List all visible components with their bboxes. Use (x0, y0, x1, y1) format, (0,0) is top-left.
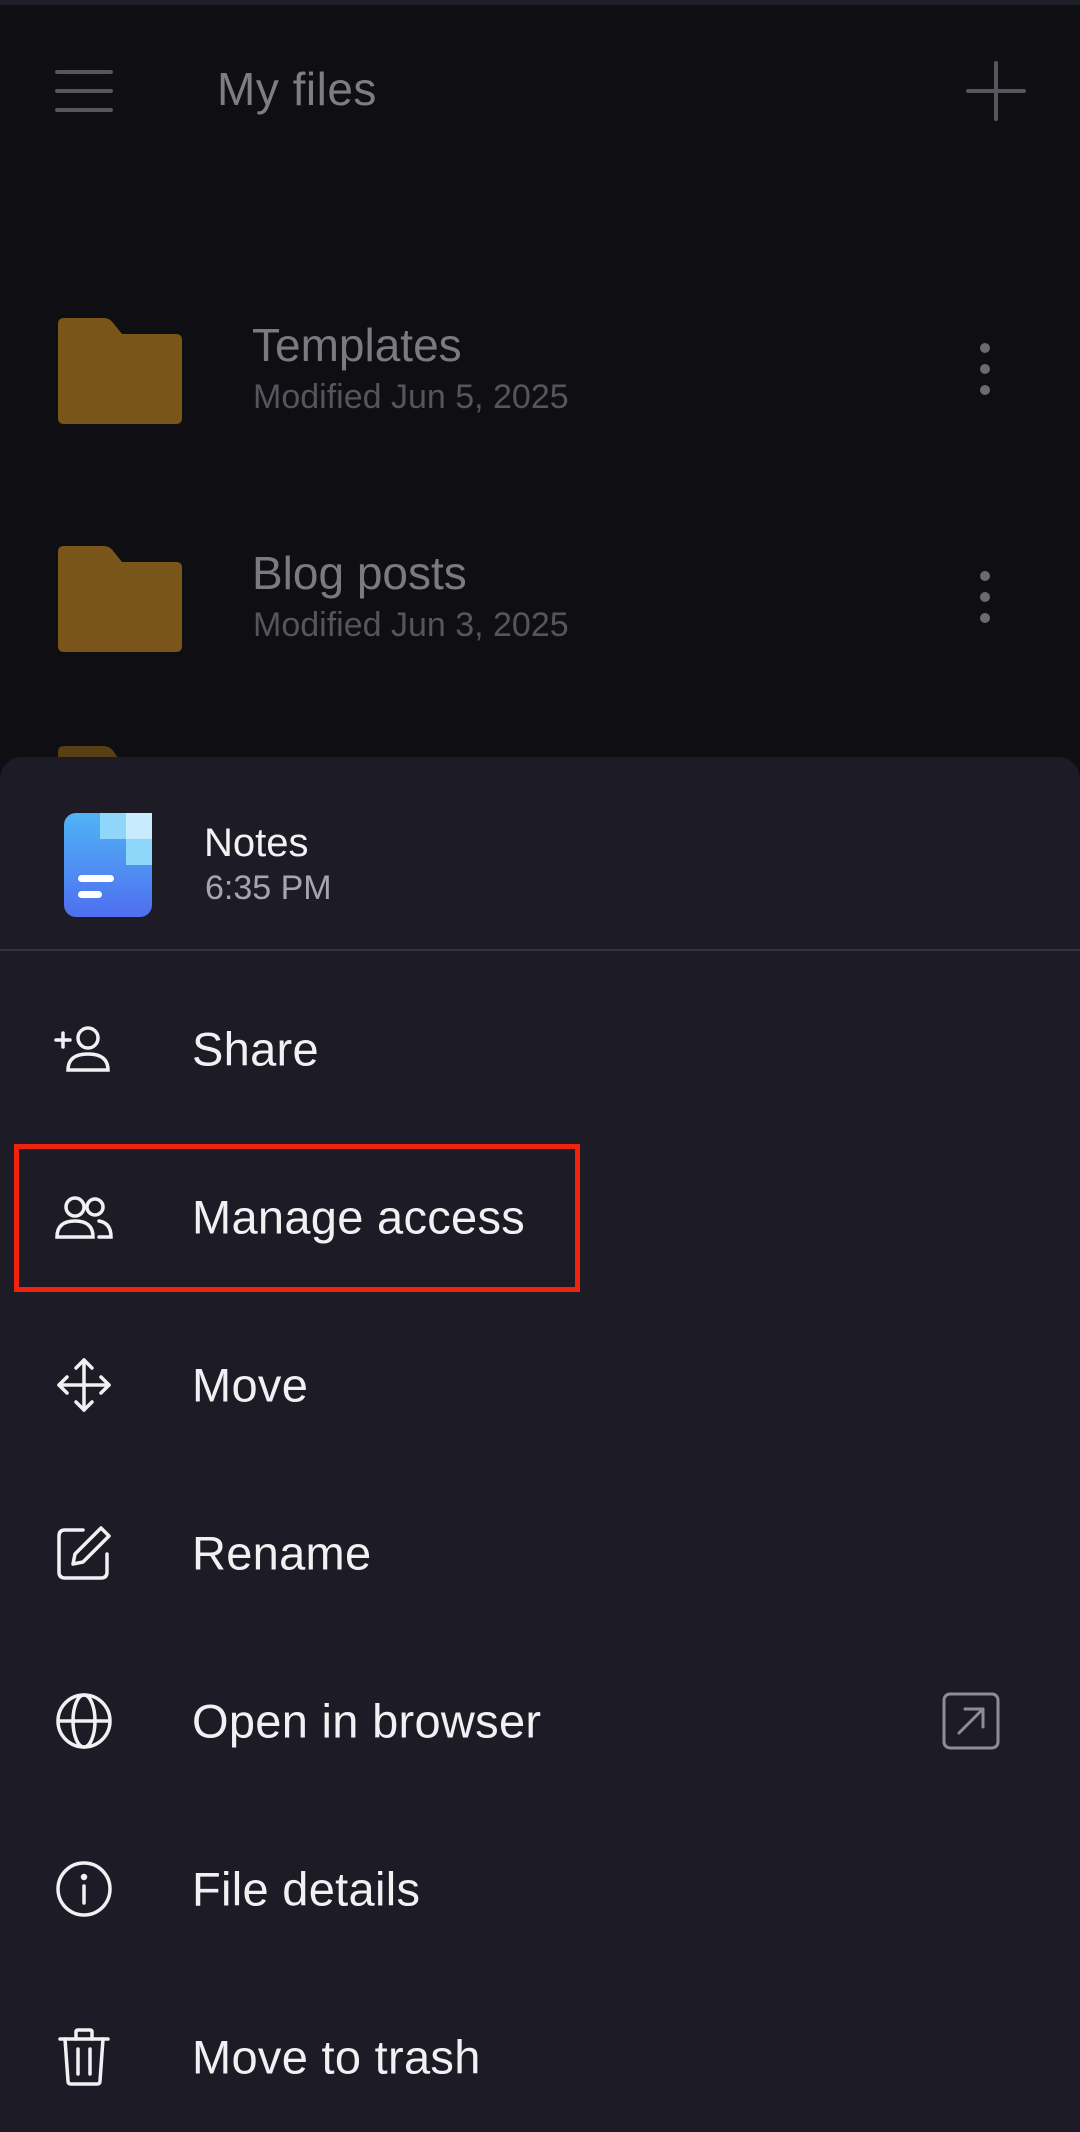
more-vertical-icon[interactable] (960, 334, 1010, 404)
menu-item-file-details[interactable]: File details (0, 1805, 1080, 1973)
screen: My files Templates Modified Jun 5, 2025 (0, 0, 1080, 2132)
page-title: My files (217, 63, 377, 115)
plus-icon[interactable] (960, 55, 1032, 127)
globe-icon (50, 1687, 118, 1755)
more-vertical-icon[interactable] (960, 562, 1010, 632)
notes-file-icon (64, 813, 152, 917)
folder-row[interactable]: Templates Modified Jun 5, 2025 (0, 256, 1080, 456)
folder-modified-date: Modified Jun 3, 2025 (253, 606, 569, 644)
external-link-icon[interactable] (938, 1688, 1004, 1754)
folder-row[interactable]: Blog posts Modified Jun 3, 2025 (0, 484, 1080, 684)
people-icon (50, 1183, 118, 1251)
menu-item-label: Move (192, 1358, 309, 1412)
trash-icon (50, 2023, 118, 2091)
menu-item-rename[interactable]: Rename (0, 1469, 1080, 1637)
menu-item-label: Move to trash (192, 2030, 481, 2084)
menu-item-open-in-browser[interactable]: Open in browser (0, 1637, 1080, 1805)
menu-item-manage-access[interactable]: Manage access (0, 1133, 1080, 1301)
hamburger-menu-icon[interactable] (48, 58, 120, 124)
menu-item-label: Open in browser (192, 1694, 542, 1748)
edit-icon (50, 1519, 118, 1587)
menu-item-label: Rename (192, 1526, 372, 1580)
menu-item-label: Share (192, 1022, 319, 1076)
folder-icon (56, 316, 184, 426)
app-header: My files (0, 0, 1080, 180)
menu-item-label: Manage access (192, 1190, 526, 1244)
menu-item-share[interactable]: Share (0, 965, 1080, 1133)
menu-item-label: File details (192, 1862, 421, 1916)
folder-name: Blog posts (252, 547, 467, 599)
folder-icon (56, 544, 184, 654)
file-actions-sheet: Notes 6:35 PM Share Manage access Move R… (0, 757, 1080, 2132)
info-icon (50, 1855, 118, 1923)
menu-item-move-to-trash[interactable]: Move to trash (0, 1973, 1080, 2132)
folder-name: Templates (252, 319, 462, 371)
folder-modified-date: Modified Jun 5, 2025 (253, 378, 569, 416)
sheet-header: Notes 6:35 PM (0, 757, 1080, 951)
person-add-icon (50, 1015, 118, 1083)
menu-item-move[interactable]: Move (0, 1301, 1080, 1469)
file-time: 6:35 PM (205, 869, 332, 907)
file-name: Notes (204, 821, 309, 865)
move-arrows-icon (50, 1351, 118, 1419)
